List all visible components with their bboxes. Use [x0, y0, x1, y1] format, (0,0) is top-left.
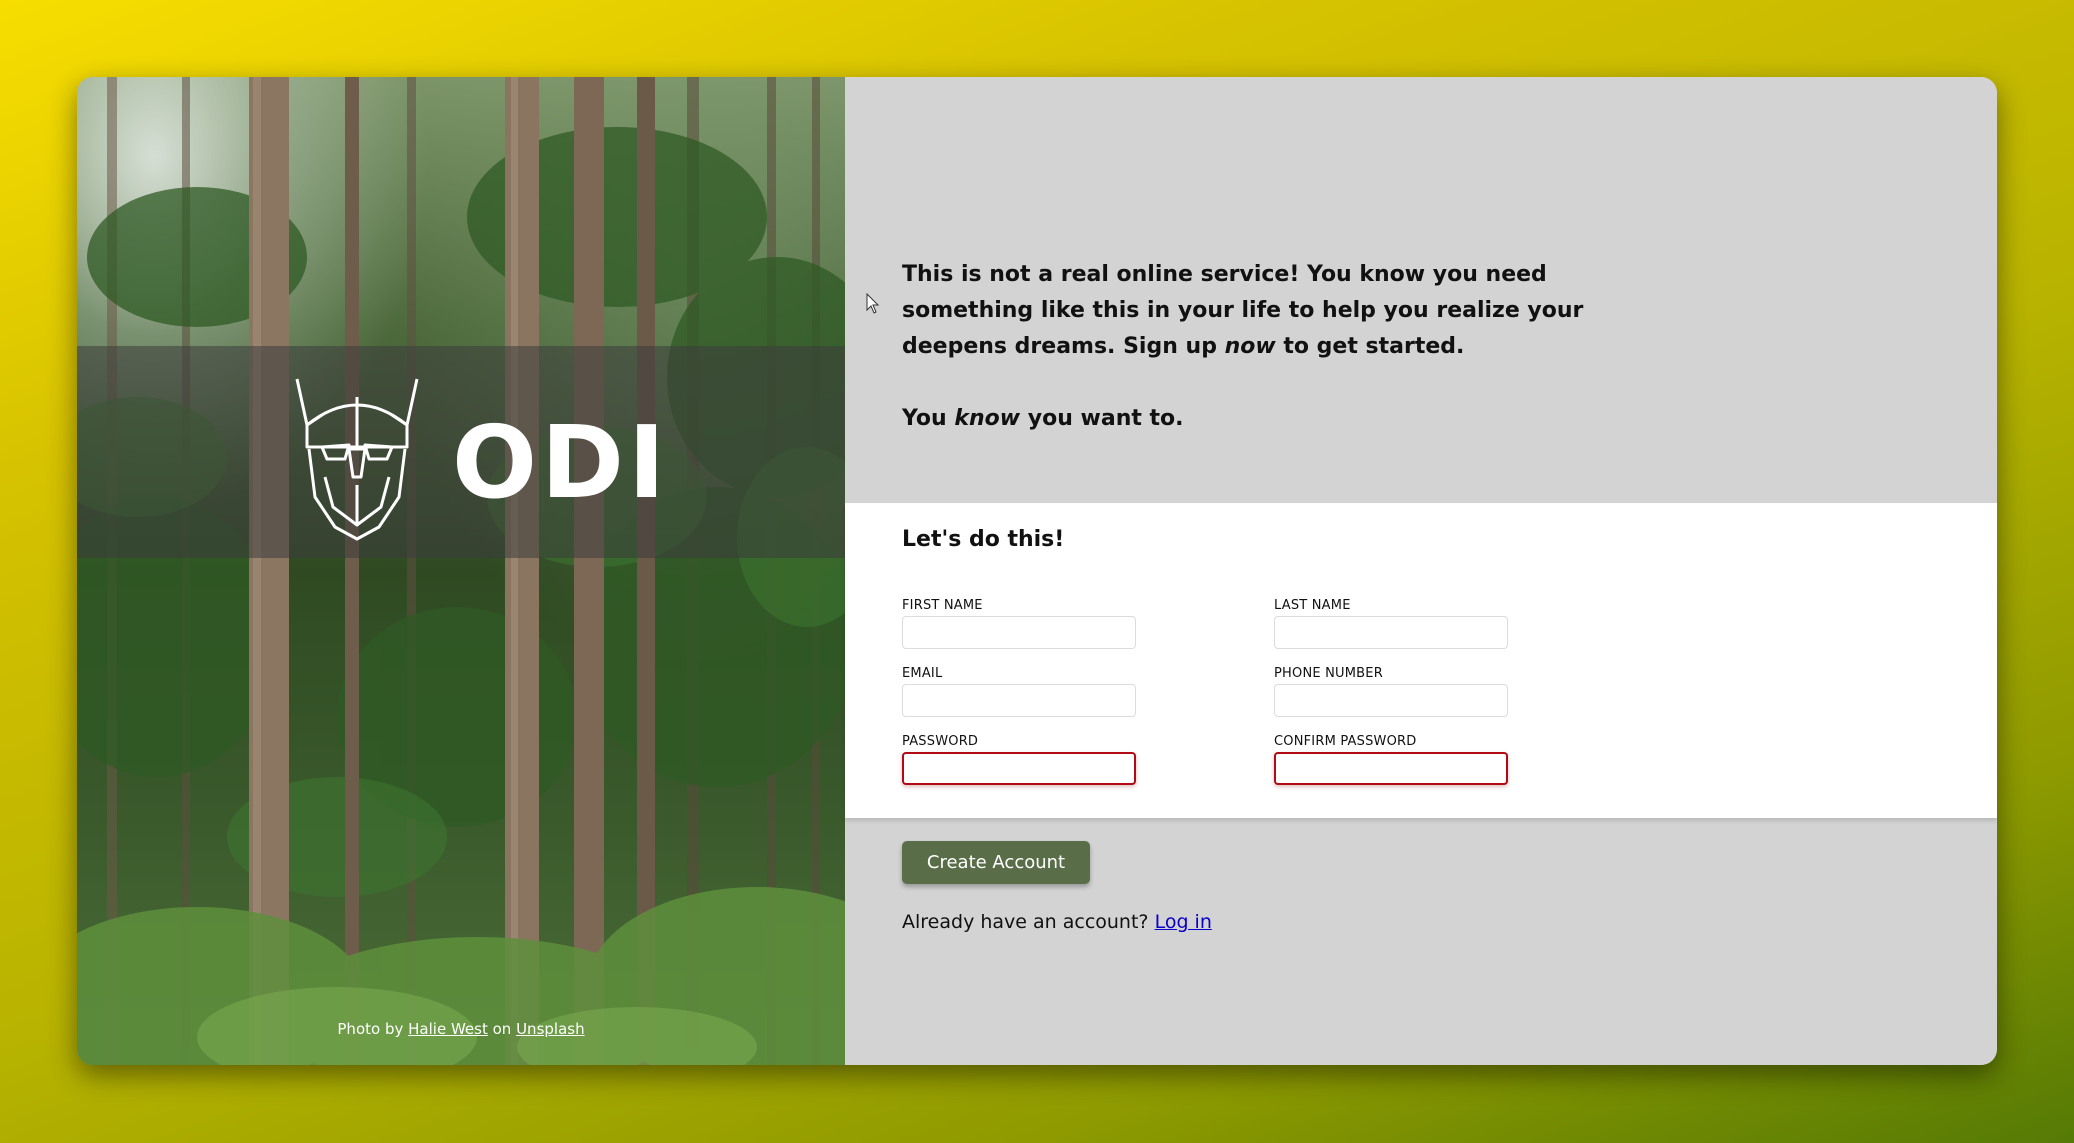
confirm-password-input[interactable] — [1274, 752, 1508, 785]
intro-paragraph-2: You know you want to. — [902, 406, 1184, 431]
last-name-field: Last Name — [1274, 598, 1510, 649]
credit-middle: on — [492, 1020, 512, 1038]
login-link[interactable]: Log in — [1155, 911, 1212, 933]
forest-photo-panel: ODIN Photo by Halie West on Unsplash — [77, 77, 845, 1065]
confirm-password-field: Confirm Password — [1274, 734, 1510, 785]
password-field: Password — [902, 734, 1138, 785]
email-field: Email — [902, 666, 1138, 717]
viking-helmet-icon: ODIN — [295, 378, 677, 541]
first-name-field: First Name — [902, 598, 1138, 649]
intro-paragraph-1: This is not a real online service! You k… — [902, 262, 1584, 359]
phone-input[interactable] — [1274, 684, 1508, 717]
confirm-password-label: Confirm Password — [1274, 734, 1417, 749]
photo-credit: Photo by Halie West on Unsplash — [77, 1020, 845, 1038]
first-name-input[interactable] — [902, 616, 1136, 649]
form-title: Let's do this! — [902, 527, 1065, 552]
phone-field: Phone Number — [1274, 666, 1510, 717]
last-name-input[interactable] — [1274, 616, 1508, 649]
password-label: Password — [902, 734, 979, 749]
first-name-label: First Name — [902, 598, 983, 613]
email-label: Email — [902, 666, 943, 681]
forest-photo — [77, 77, 845, 1065]
credit-site-link[interactable]: Unsplash — [516, 1020, 585, 1038]
phone-label: Phone Number — [1274, 666, 1383, 681]
signup-card: ODIN Photo by Halie West on Unsplash Thi… — [77, 77, 1997, 1065]
intro-text: This is not a real online service! You k… — [902, 257, 1662, 437]
signup-form: Let's do this! First Name Last Name Emai… — [845, 503, 1997, 818]
login-prompt-text: Already have an account? — [902, 911, 1149, 933]
signup-panel: This is not a real online service! You k… — [845, 77, 1997, 1065]
credit-author-link[interactable]: Halie West — [408, 1020, 488, 1038]
create-account-button[interactable]: Create Account — [902, 841, 1090, 884]
login-prompt: Already have an account? Log in — [902, 911, 1212, 933]
brand-name: ODIN — [452, 404, 677, 521]
password-input[interactable] — [902, 752, 1136, 785]
last-name-label: Last Name — [1274, 598, 1351, 613]
email-input[interactable] — [902, 684, 1136, 717]
mouse-cursor-icon — [866, 293, 880, 314]
credit-prefix: Photo by — [337, 1020, 404, 1038]
